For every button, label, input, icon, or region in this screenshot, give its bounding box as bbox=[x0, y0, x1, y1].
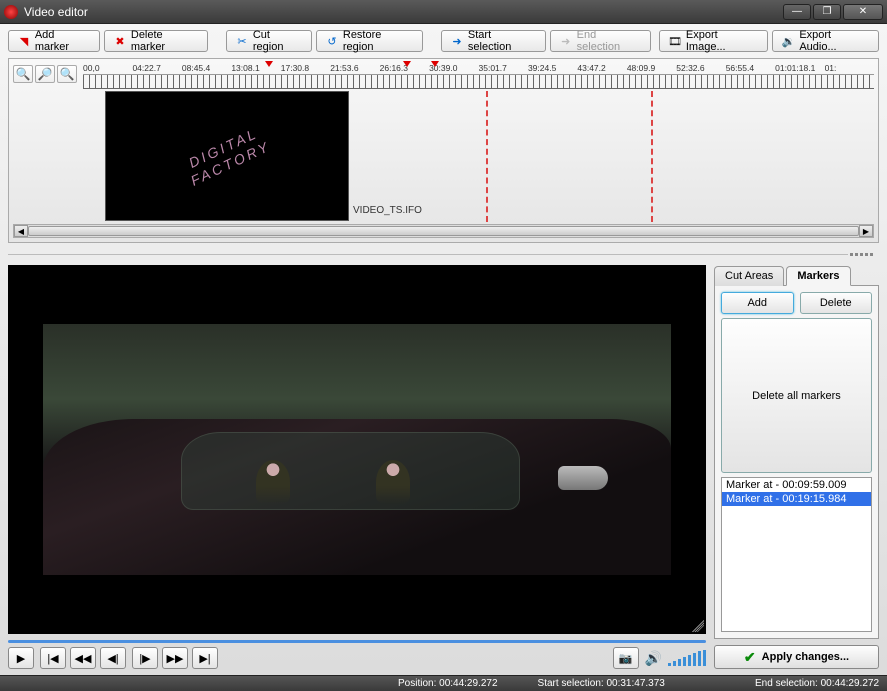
panel-divider[interactable] bbox=[8, 249, 879, 259]
go-end-button[interactable]: ▶| bbox=[192, 647, 218, 669]
side-add-button[interactable]: Add bbox=[721, 292, 794, 314]
close-button[interactable]: ✕ bbox=[843, 4, 883, 20]
ruler-label: 01: bbox=[825, 63, 874, 74]
clip-thumbnail-text: DIGITALFACTORY bbox=[181, 123, 273, 190]
timeline-marker-1[interactable] bbox=[265, 61, 273, 67]
ruler-label: 17:30.8 bbox=[281, 63, 330, 74]
app-icon bbox=[4, 5, 18, 19]
resize-grip-icon[interactable] bbox=[692, 620, 704, 632]
ruler-label: 08:45.4 bbox=[182, 63, 231, 74]
export-audio-button[interactable]: 🔉 Export Audio... bbox=[772, 30, 879, 52]
delete-marker-icon: ✖ bbox=[113, 34, 127, 48]
restore-icon: ↺ bbox=[325, 34, 339, 48]
scroll-thumb[interactable] bbox=[28, 226, 859, 236]
add-marker-button[interactable]: ◥ Add marker bbox=[8, 30, 100, 52]
play-button[interactable]: ▶ bbox=[8, 647, 34, 669]
zoom-in-button[interactable]: 🔍 bbox=[13, 65, 33, 83]
speaker-export-icon: 🔉 bbox=[781, 34, 795, 48]
status-start-selection: Start selection: 00:31:47.373 bbox=[538, 678, 715, 689]
start-selection-button[interactable]: ➜ Start selection bbox=[441, 30, 546, 52]
ruler-label: 39:24.5 bbox=[528, 63, 577, 74]
restore-region-button[interactable]: ↺ Restore region bbox=[316, 30, 423, 52]
ruler-label: 01:01:18.1 bbox=[775, 63, 824, 74]
ruler-label: 21:53.6 bbox=[330, 63, 379, 74]
check-icon: ✔ bbox=[744, 649, 756, 666]
volume-slider[interactable] bbox=[668, 650, 706, 666]
scissors-icon: ✂ bbox=[235, 34, 249, 48]
ruler-label: 43:47.2 bbox=[577, 63, 626, 74]
speaker-icon[interactable]: 🔊 bbox=[645, 650, 662, 667]
timeline-marker-2[interactable] bbox=[403, 61, 411, 67]
scroll-left-button[interactable]: ◀ bbox=[14, 225, 28, 237]
video-frame bbox=[43, 324, 671, 575]
timeline-zoom-group: 🔍 🔎 🔍 bbox=[13, 63, 77, 83]
step-back-button[interactable]: ◀| bbox=[100, 647, 126, 669]
timeline-ruler[interactable]: 00,004:22.708:45.413:08.117:30.821:53.62… bbox=[83, 63, 874, 91]
timeline-clip[interactable]: DIGITALFACTORY bbox=[105, 91, 349, 221]
window-title: Video editor bbox=[24, 5, 783, 19]
video-preview[interactable] bbox=[8, 265, 706, 634]
ruler-label: 52:32.6 bbox=[676, 63, 725, 74]
ruler-label: 35:01.7 bbox=[479, 63, 528, 74]
start-selection-icon: ➜ bbox=[450, 34, 464, 48]
ruler-label: 00,0 bbox=[83, 63, 132, 74]
ruler-label: 13:08.1 bbox=[231, 63, 280, 74]
snapshot-button[interactable]: 📷 bbox=[613, 647, 639, 669]
tab-cut-areas[interactable]: Cut Areas bbox=[714, 266, 784, 286]
zoom-out-button[interactable]: 🔎 bbox=[35, 65, 55, 83]
end-selection-button: ➜ End selection bbox=[550, 30, 651, 52]
selection-start-line[interactable] bbox=[486, 91, 488, 222]
side-delete-all-button[interactable]: Delete all markers bbox=[721, 318, 872, 473]
film-icon: 🎞 bbox=[668, 34, 682, 48]
marker-list-item[interactable]: Marker at - 00:09:59.009 bbox=[722, 478, 871, 492]
ruler-label: 56:55.4 bbox=[726, 63, 775, 74]
fast-forward-button[interactable]: ▶▶ bbox=[162, 647, 188, 669]
side-delete-button[interactable]: Delete bbox=[800, 292, 873, 314]
timeline-playhead-marker[interactable] bbox=[431, 61, 439, 67]
marker-icon: ◥ bbox=[17, 34, 31, 48]
main-toolbar: ◥ Add marker ✖ Delete marker ✂ Cut regio… bbox=[8, 30, 879, 52]
status-bar: Position: 00:44:29.272 Start selection: … bbox=[0, 675, 887, 691]
maximize-button[interactable]: ❐ bbox=[813, 4, 841, 20]
clip-filename: VIDEO_TS.IFO bbox=[353, 205, 422, 216]
status-position: Position: 00:44:29.272 bbox=[398, 678, 498, 689]
marker-list-item[interactable]: Marker at - 00:19:15.984 bbox=[722, 492, 871, 506]
go-start-button[interactable]: |◀ bbox=[40, 647, 66, 669]
playback-controls: ▶ |◀ ◀◀ ◀| |▶ ▶▶ ▶| 📷 🔊 bbox=[8, 647, 706, 669]
title-bar: Video editor — ❐ ✕ bbox=[0, 0, 887, 24]
end-selection-icon: ➜ bbox=[559, 34, 573, 48]
scroll-right-button[interactable]: ▶ bbox=[859, 225, 873, 237]
step-forward-button[interactable]: |▶ bbox=[132, 647, 158, 669]
selection-end-line[interactable] bbox=[651, 91, 653, 222]
apply-changes-button[interactable]: ✔ Apply changes... bbox=[714, 645, 879, 669]
timeline-scrollbar[interactable]: ◀ ▶ bbox=[13, 224, 874, 238]
timeline-panel: 🔍 🔎 🔍 00,004:22.708:45.413:08.117:30.821… bbox=[8, 58, 879, 243]
timeline-track[interactable]: DIGITALFACTORY VIDEO_TS.IFO bbox=[91, 91, 874, 222]
tab-markers[interactable]: Markers bbox=[786, 266, 850, 286]
delete-marker-button[interactable]: ✖ Delete marker bbox=[104, 30, 208, 52]
side-panel: Cut Areas Markers Add Delete Delete all … bbox=[714, 265, 879, 669]
zoom-fit-button[interactable]: 🔍 bbox=[57, 65, 77, 83]
minimize-button[interactable]: — bbox=[783, 4, 811, 20]
status-end-selection: End selection: 00:44:29.272 bbox=[755, 678, 879, 689]
marker-list[interactable]: Marker at - 00:09:59.009 Marker at - 00:… bbox=[721, 477, 872, 632]
cut-region-button[interactable]: ✂ Cut region bbox=[226, 30, 312, 52]
rewind-button[interactable]: ◀◀ bbox=[70, 647, 96, 669]
export-image-button[interactable]: 🎞 Export Image... bbox=[659, 30, 769, 52]
ruler-label: 48:09.9 bbox=[627, 63, 676, 74]
ruler-label: 04:22.7 bbox=[132, 63, 181, 74]
playback-progress[interactable] bbox=[8, 640, 706, 643]
